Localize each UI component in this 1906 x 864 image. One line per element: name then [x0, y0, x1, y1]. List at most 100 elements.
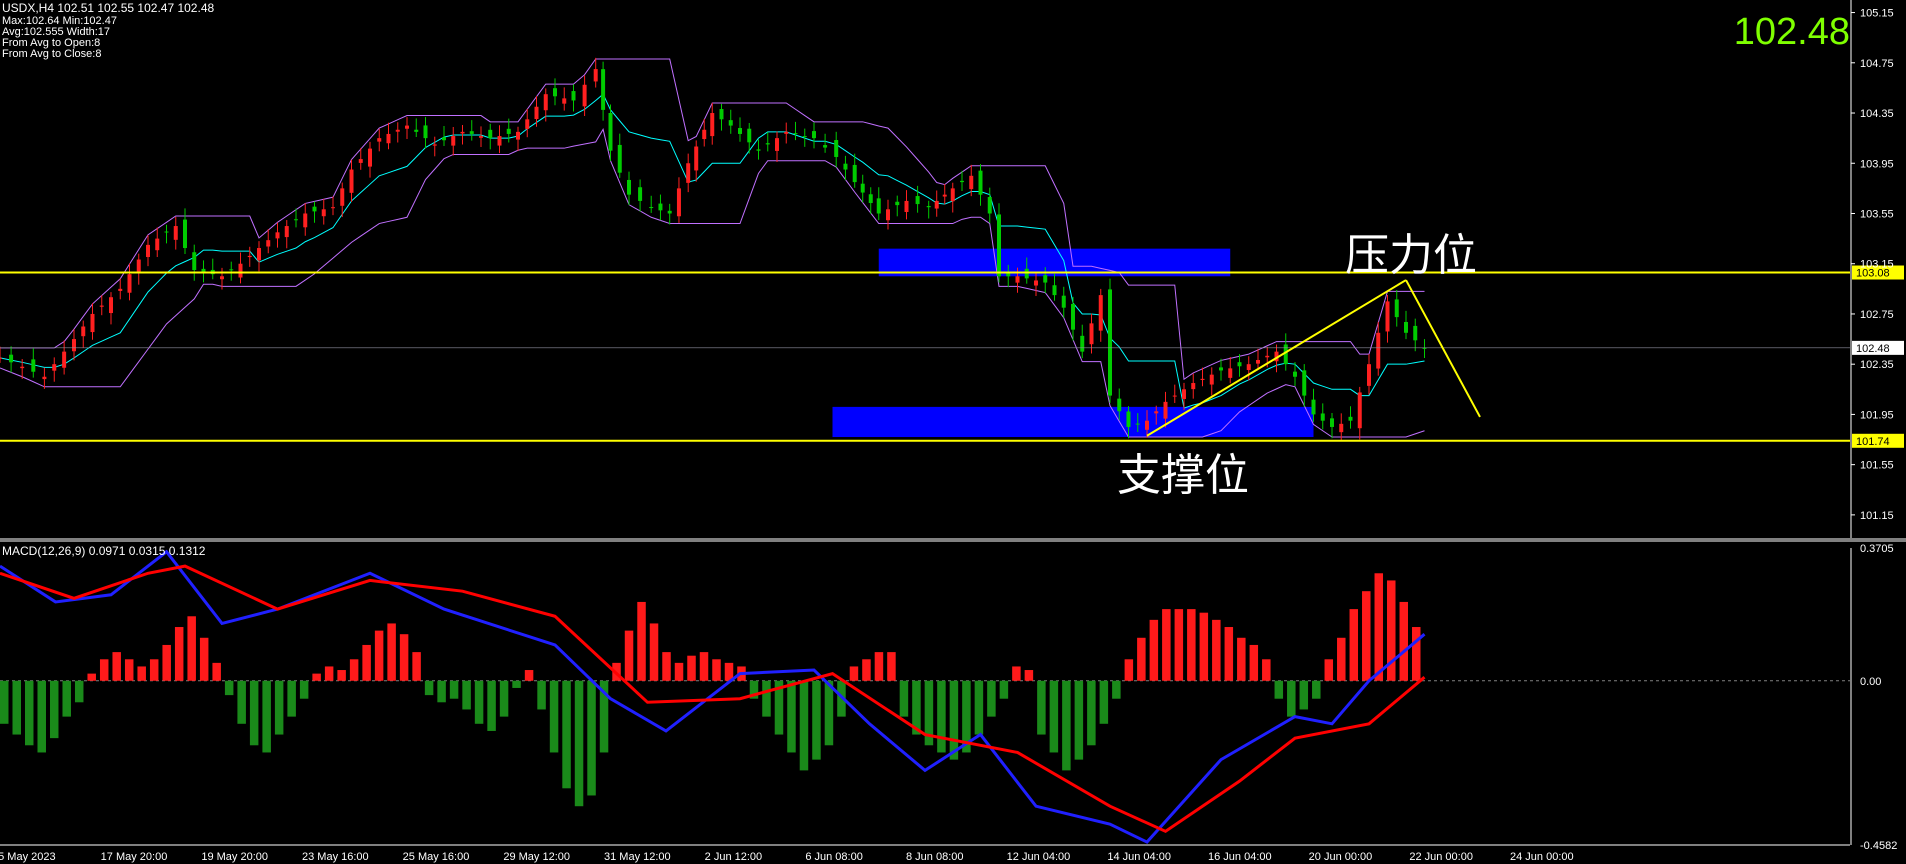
candle-body — [1071, 303, 1075, 330]
price-chart[interactable]: 103.08101.74102.48105.15104.75104.35103.… — [0, 0, 1906, 864]
macd-histogram-bar — [999, 680, 1009, 699]
candle-body — [1357, 392, 1362, 429]
macd-histogram-bar — [212, 662, 221, 681]
candle-body — [1126, 411, 1131, 427]
candle-body — [553, 88, 557, 97]
time-tick-label: 6 Jun 08:00 — [805, 851, 863, 863]
macd-histogram-bar — [87, 673, 96, 681]
candle-body — [978, 170, 983, 195]
candle-body — [582, 84, 587, 107]
candle-body — [247, 255, 252, 258]
candle-body — [0, 357, 2, 359]
macd-histogram-bar — [99, 659, 109, 681]
time-tick-label: 22 Jun 00:00 — [1409, 851, 1473, 863]
macd-histogram-bar — [1212, 619, 1221, 681]
candle-body — [42, 376, 47, 380]
macd-histogram-bar — [1237, 637, 1246, 681]
candle-body — [1265, 355, 1270, 358]
macd-histogram-bar — [887, 652, 896, 681]
macd-histogram-bar — [124, 659, 134, 681]
candle-body — [1034, 280, 1038, 286]
candle-body — [72, 339, 76, 352]
macd-histogram-bar — [562, 680, 571, 789]
price-tick-label: 102.75 — [1860, 309, 1894, 321]
candle-body — [1117, 398, 1122, 412]
candle-body — [710, 113, 715, 137]
macd-histogram-bar — [1299, 680, 1309, 710]
macd-histogram-bar — [762, 680, 771, 717]
macd-histogram-bar — [299, 680, 309, 699]
candle-body — [136, 259, 141, 274]
macd-histogram-bar — [1274, 680, 1284, 699]
price-tick-label: 102.35 — [1860, 359, 1894, 371]
candle-body — [1228, 368, 1233, 378]
macd-histogram-bar — [287, 680, 296, 717]
macd-histogram-bar — [162, 644, 171, 681]
time-tick-label: 16 Jun 04:00 — [1208, 851, 1272, 863]
candle-body — [1061, 295, 1066, 308]
big-price: 102.48 — [1734, 11, 1850, 53]
candle-body — [571, 91, 576, 101]
price-tick-label: 104.75 — [1860, 58, 1894, 70]
candle-body — [823, 145, 828, 148]
candle-body — [1052, 285, 1057, 296]
macd-histogram-bar — [849, 666, 859, 681]
macd-histogram-bar — [512, 680, 521, 688]
candle-body — [294, 219, 298, 221]
candle-body — [1302, 370, 1307, 396]
candle-body — [1135, 423, 1140, 425]
macd-histogram-bar — [649, 623, 659, 681]
macd-histogram-bar — [337, 670, 346, 681]
candle-body — [895, 201, 900, 206]
macd-histogram-bar — [1162, 609, 1171, 681]
candle-body — [423, 125, 428, 139]
macd-histogram-bar — [937, 680, 946, 753]
support-zone — [832, 406, 1314, 438]
candle-body — [20, 366, 25, 369]
candle-body — [562, 98, 567, 104]
macd-histogram-bar — [687, 655, 696, 681]
macd-histogram-bar — [362, 644, 371, 681]
macd-histogram-bar — [624, 630, 634, 681]
macd-label: MACD(12,26,9) 0.0971 0.0315 0.1312 — [2, 544, 206, 558]
candle-body — [229, 269, 234, 271]
candle-body — [534, 106, 539, 120]
candle-body — [395, 129, 400, 132]
macd-tick-label: 0.00 — [1860, 676, 1881, 688]
candle-body — [617, 144, 622, 173]
time-tick-label: 29 May 12:00 — [503, 851, 570, 863]
current-label: 102.48 — [1856, 343, 1890, 355]
candle-body — [969, 175, 974, 190]
macd-histogram-bar — [899, 680, 909, 717]
macd-histogram-bar — [824, 680, 834, 746]
macd-histogram-bar — [1074, 680, 1084, 760]
macd-histogram-bar — [1112, 680, 1121, 699]
macd-histogram-bar — [324, 666, 334, 681]
candle-body — [1163, 401, 1168, 419]
macd-histogram-bar — [1137, 637, 1146, 681]
macd-histogram-bar — [49, 680, 59, 739]
time-tick-label: 24 Jun 00:00 — [1510, 851, 1574, 863]
candle-body — [1098, 295, 1103, 331]
time-tick-label: 23 May 16:00 — [302, 851, 369, 863]
candle-body — [997, 214, 1001, 277]
candle-body — [358, 159, 363, 163]
candle-body — [497, 136, 502, 146]
price-tick-label: 104.35 — [1860, 108, 1894, 120]
candle-body — [987, 196, 992, 214]
candle-body — [649, 207, 654, 209]
time-tick-label: 15 May 2023 — [0, 851, 56, 863]
candle-body — [90, 313, 95, 333]
candle-body — [960, 180, 964, 183]
macd-histogram-bar — [1024, 670, 1034, 681]
candle-body — [331, 207, 335, 209]
candle-body — [146, 244, 150, 258]
macd-histogram-bar — [112, 652, 121, 681]
candle-body — [9, 354, 14, 363]
price-tick-label: 103.55 — [1860, 208, 1894, 220]
candle-body — [812, 131, 816, 139]
candle-body — [834, 140, 839, 157]
candle-body — [942, 194, 947, 197]
macd-histogram-bar — [537, 680, 546, 710]
resistance-annotation: 压力位 — [1345, 230, 1477, 281]
